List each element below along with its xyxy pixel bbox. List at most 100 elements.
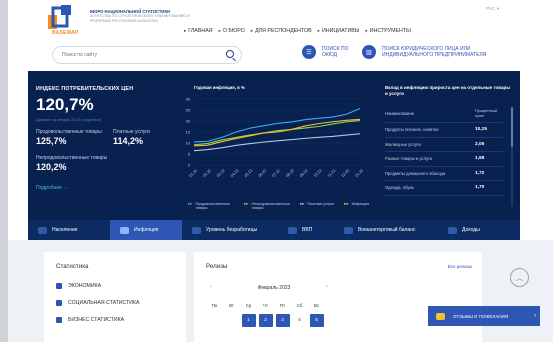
calendar-day [223,314,240,327]
calendar-dates: 1 2 3 4 5 [206,314,325,327]
inflation-icon [120,226,129,234]
tab-label: Инфляция [134,227,159,233]
nav-item-tools[interactable]: ИНСТРУМЕНТЫ [366,28,411,34]
legend-item[interactable]: ▸▸ Инфляция [344,201,369,210]
nav-item-initiatives[interactable]: ИНИЦИАТИВЫ [318,28,360,34]
x-tick-label: 03.22 [216,169,226,179]
legend-marker-icon: ▸▸ [244,201,249,206]
y-tick-label: 0 [188,163,191,168]
weekday: Пт [279,303,286,308]
org-name-subtitle: АГЕНТСТВА ПО СТРАТЕГИЧЕСКОМУ ПЛАНИРОВАНИ… [90,14,190,23]
table-row: Разные товары и услуги 1,98 [385,152,503,167]
search-input[interactable] [62,50,222,60]
chevron-left-icon[interactable]: ‹ [210,284,212,290]
legend-marker-icon: ▸▸ [188,201,193,206]
food-label: Продовольственные товары [36,129,102,135]
tab-inflation[interactable]: Инфляция [110,220,182,240]
legend-label: Платные услуги [307,202,335,206]
releases-title: Релизы [206,263,228,270]
tab-unemployment[interactable]: Уровень безработицы [182,220,278,240]
nav-item-home[interactable]: ГЛАВНАЯ [184,28,212,34]
x-tick-label: 01.23 [355,169,365,179]
row-value: 10,25 [475,127,488,133]
legend-item[interactable]: ▸▸ Платные услуги [300,201,335,210]
population-icon [38,226,47,234]
tab-label: ВВП [302,227,313,233]
calendar-day[interactable]: 2 [258,314,273,327]
table-row: Жилищные услуги 2,05 [385,138,503,152]
x-tick-label: 08.22 [285,169,295,179]
row-value: 1,72 [475,170,485,176]
table-row: Одежда, обувь 1,70 [385,181,503,196]
more-link[interactable]: Подробнее [36,185,68,191]
okud-search-button[interactable]: ☰ ПОИСК ПО ОКЮД [302,45,356,59]
income-icon [448,226,457,234]
x-tick-label: 06.22 [258,169,268,179]
x-tick-label: 09.22 [299,169,309,179]
tab-gdp[interactable]: ВВП [278,220,334,240]
logo-icon[interactable] [48,5,74,29]
y-tick-label: 30 [186,97,191,102]
language-select[interactable]: РУС [486,6,499,12]
org-name: БЮРО НАЦИОНАЛЬНОЙ СТАТИСТИКИ АГЕНТСТВА П… [90,9,200,23]
weekday: Пн [211,303,218,308]
all-releases-link[interactable]: Все релизы [448,264,472,269]
tab-foreign-trade[interactable]: Внешнеторговый баланс [334,220,438,240]
weekday: Чт [263,303,268,308]
weekday: Ср [245,303,252,308]
okud-search-label: ПОИСК ПО ОКЮД [322,46,349,58]
chevron-right-icon[interactable]: › [326,284,328,290]
tab-population[interactable]: Население [28,220,110,240]
legal-entity-search-button[interactable]: ▥ ПОИСК ЮРИДИЧЕСКОГО ЛИЦА ИЛИ ИНДИВИДУАЛ… [362,45,502,59]
y-tick-label: 20 [186,119,191,124]
legend-marker-icon: ▸▸ [344,201,349,206]
feedback-button[interactable]: ОТЗЫВЫ И ПОЖЕЛАНИЯ › [428,306,540,326]
cpi-note: Данные на январь 2023г. (годовые) [36,117,102,122]
search-icon[interactable] [226,50,234,58]
food-value: 125,7% [36,136,67,146]
calendar-day[interactable]: 5 [309,314,324,327]
statistics-item-business[interactable]: БИЗНЕС СТАТИСТИКА [56,317,124,323]
calendar-day[interactable]: 3 [275,314,290,327]
unemployment-icon [192,226,201,234]
cpi-value: 120,7% [36,95,94,114]
calendar-day [206,314,223,327]
x-tick-label: 12.22 [341,169,351,179]
y-tick-label: 15 [186,130,191,135]
row-name: Разные товары и услуги [385,156,432,162]
legend-item[interactable]: ▸▸ Непродовольственные товары [244,201,290,210]
statistics-item-social[interactable]: СОЦИАЛЬНАЯ СТАТИСТИКА [56,300,139,306]
nav-item-about[interactable]: О БЮРО [219,28,245,34]
series-line[interactable] [193,107,361,143]
table-row: Предметы домашнего обихода 1,72 [385,167,503,181]
legend-label: Продовольственные товары [195,202,230,211]
legend-item[interactable]: ▸▸ Продовольственные товары [188,201,234,211]
calendar-day[interactable]: 1 [241,314,256,327]
table-scrollbar[interactable] [511,107,513,207]
nonfood-value: 120,2% [36,162,67,172]
nav-item-respondents[interactable]: ДЛЯ РЕСПОНДЕНТОВ [251,28,312,34]
trade-icon [344,226,353,234]
inflation-line-chart: 0 5 10 15 20 25 30 01.22 02.22 03.22 04.22 05.22 06.… [186,97,365,179]
statistics-item-economy[interactable]: ЭКОНОМИКА [56,283,101,289]
business-icon [56,317,62,323]
okud-icon: ☰ [302,45,316,59]
building-icon: ▥ [362,45,376,59]
calendar-day[interactable]: 4 [291,314,308,327]
statistics-item-label: СОЦИАЛЬНАЯ СТАТИСТИКА [68,300,140,306]
social-icon [56,300,62,306]
tab-income[interactable]: Доходы [438,220,520,240]
releases-card: Релизы Все релизы ‹ Февраль 2023 › Пн Вт… [194,252,482,342]
row-value: 1,70 [475,185,485,191]
services-value: 114,2% [113,136,144,146]
contribution-table: Наименование Процентный пункт Продукты п… [385,105,503,196]
site-header: BASEMAP БЮРО НАЦИОНАЛЬНОЙ СТАТИСТИКИ АГЕ… [8,0,553,40]
logo-text: BASEMAP [52,30,79,36]
weekday: Сб [296,303,303,308]
statistics-card: Статистика ЭКОНОМИКА СОЦИАЛЬНАЯ СТАТИСТИ… [44,252,186,342]
statistics-title: Статистика [56,263,89,270]
scroll-up-button[interactable]: ︿ [510,268,529,287]
indicator-tabs: Население Инфляция Уровень безработицы В… [28,220,520,240]
calendar-month: Февраль 2023 [257,285,291,291]
x-tick-label: 04.22 [230,169,240,179]
